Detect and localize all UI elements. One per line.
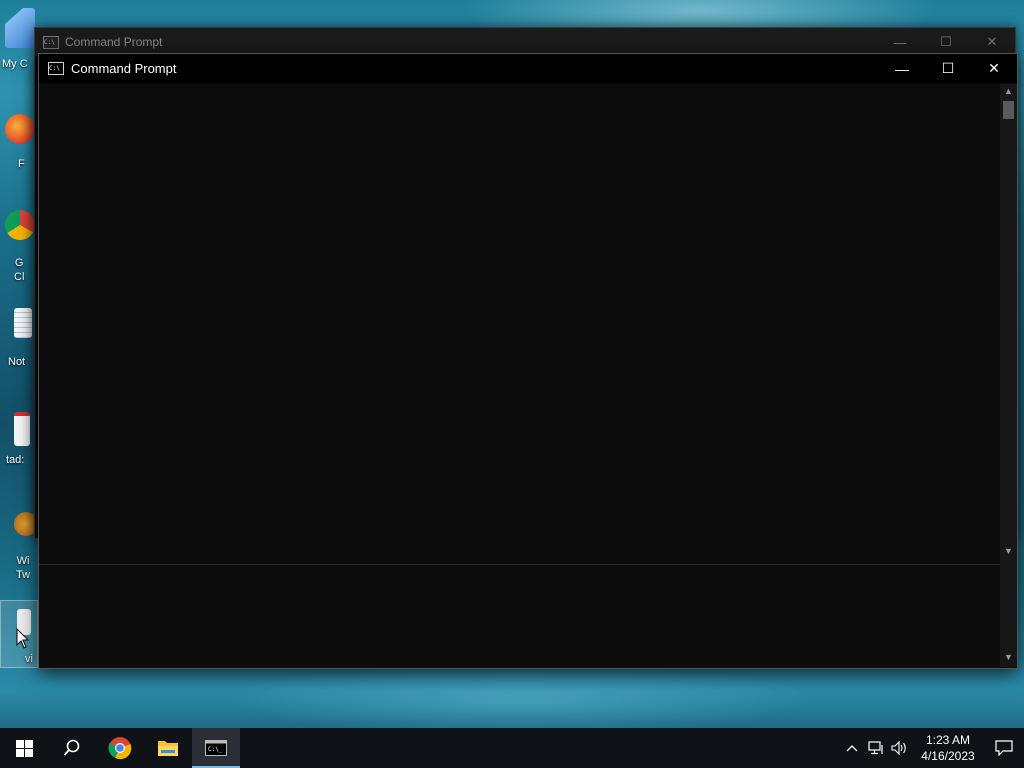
taskbar-chrome[interactable] xyxy=(96,728,144,768)
folder-icon xyxy=(158,741,178,756)
command-prompt-window[interactable]: C:\ Command Prompt — ☐ ✕ ▲ ▼ ▼ xyxy=(38,53,1018,669)
search-button[interactable] xyxy=(48,728,96,768)
taskbar-command-prompt[interactable]: C:\_ xyxy=(192,728,240,768)
window-titlebar[interactable]: C:\ Command Prompt — ☐ ✕ xyxy=(39,54,1017,83)
clock-time: 1:23 AM xyxy=(925,733,971,747)
show-hidden-icons-chevron-up-icon[interactable] xyxy=(840,728,864,768)
vertical-scrollbar[interactable]: ▲ ▼ ▼ xyxy=(1000,84,1017,667)
cmd-icon: C:\ xyxy=(48,62,64,75)
search-icon xyxy=(63,739,80,756)
pane-divider xyxy=(39,564,1000,565)
taskbar: C:\_ 1:23 AM 4/16/2023 xyxy=(0,728,1024,768)
network-icon[interactable] xyxy=(864,728,888,768)
desktop-icon-label: F xyxy=(18,158,25,170)
close-button[interactable]: ✕ xyxy=(971,54,1017,83)
computer-icon xyxy=(5,8,35,48)
desktop-icon-label: G Cl xyxy=(14,257,25,283)
start-button[interactable] xyxy=(0,728,48,768)
window-title: Command Prompt xyxy=(65,35,163,49)
volume-icon[interactable] xyxy=(888,728,912,768)
svg-text:C:\_: C:\_ xyxy=(208,746,223,753)
windows-logo-icon xyxy=(15,739,33,757)
clock-date: 4/16/2023 xyxy=(921,749,975,763)
taskbar-clock[interactable]: 1:23 AM 4/16/2023 xyxy=(912,732,984,764)
minimize-button[interactable]: — xyxy=(877,28,923,56)
mouse-cursor-icon xyxy=(16,628,30,649)
maximize-button[interactable]: ☐ xyxy=(925,54,971,83)
window-controls: — ☐ ✕ xyxy=(877,28,1015,56)
desktop-icon-label: vi xyxy=(25,653,33,665)
cmd-icon: C:\ xyxy=(43,35,59,49)
action-center-button[interactable] xyxy=(984,728,1024,768)
desktop-icon-label: Wi Tw xyxy=(16,555,31,581)
window-titlebar[interactable]: C:\ Command Prompt — ☐ ✕ xyxy=(35,28,1015,56)
window-controls: — ☐ ✕ xyxy=(879,54,1017,83)
console-output-area[interactable] xyxy=(39,84,1000,667)
window-title: Command Prompt xyxy=(71,61,177,76)
notification-icon xyxy=(995,740,1013,756)
chrome-icon xyxy=(5,210,35,240)
document-icon xyxy=(14,412,30,446)
taskbar-file-explorer[interactable] xyxy=(144,728,192,768)
system-tray: 1:23 AM 4/16/2023 xyxy=(840,728,1024,768)
cmd-icon: C:\_ xyxy=(205,740,227,756)
desktop-icon-label: My C xyxy=(2,58,28,70)
desktop-icon-label: tad: xyxy=(6,454,25,466)
chrome-icon xyxy=(108,737,132,760)
scroll-up-arrow-icon[interactable]: ▲ xyxy=(1000,84,1017,98)
maximize-button[interactable]: ☐ xyxy=(923,28,969,56)
scroll-thumb[interactable] xyxy=(1003,101,1014,119)
minimize-button[interactable]: — xyxy=(879,54,925,83)
scroll-down-arrow-icon[interactable]: ▼ xyxy=(1000,544,1017,558)
firefox-icon xyxy=(5,114,35,144)
close-button[interactable]: ✕ xyxy=(969,28,1015,56)
scroll-down-arrow-icon[interactable]: ▼ xyxy=(1000,650,1017,664)
notepad-icon xyxy=(14,308,32,338)
desktop-icon-label: Not xyxy=(8,356,26,368)
